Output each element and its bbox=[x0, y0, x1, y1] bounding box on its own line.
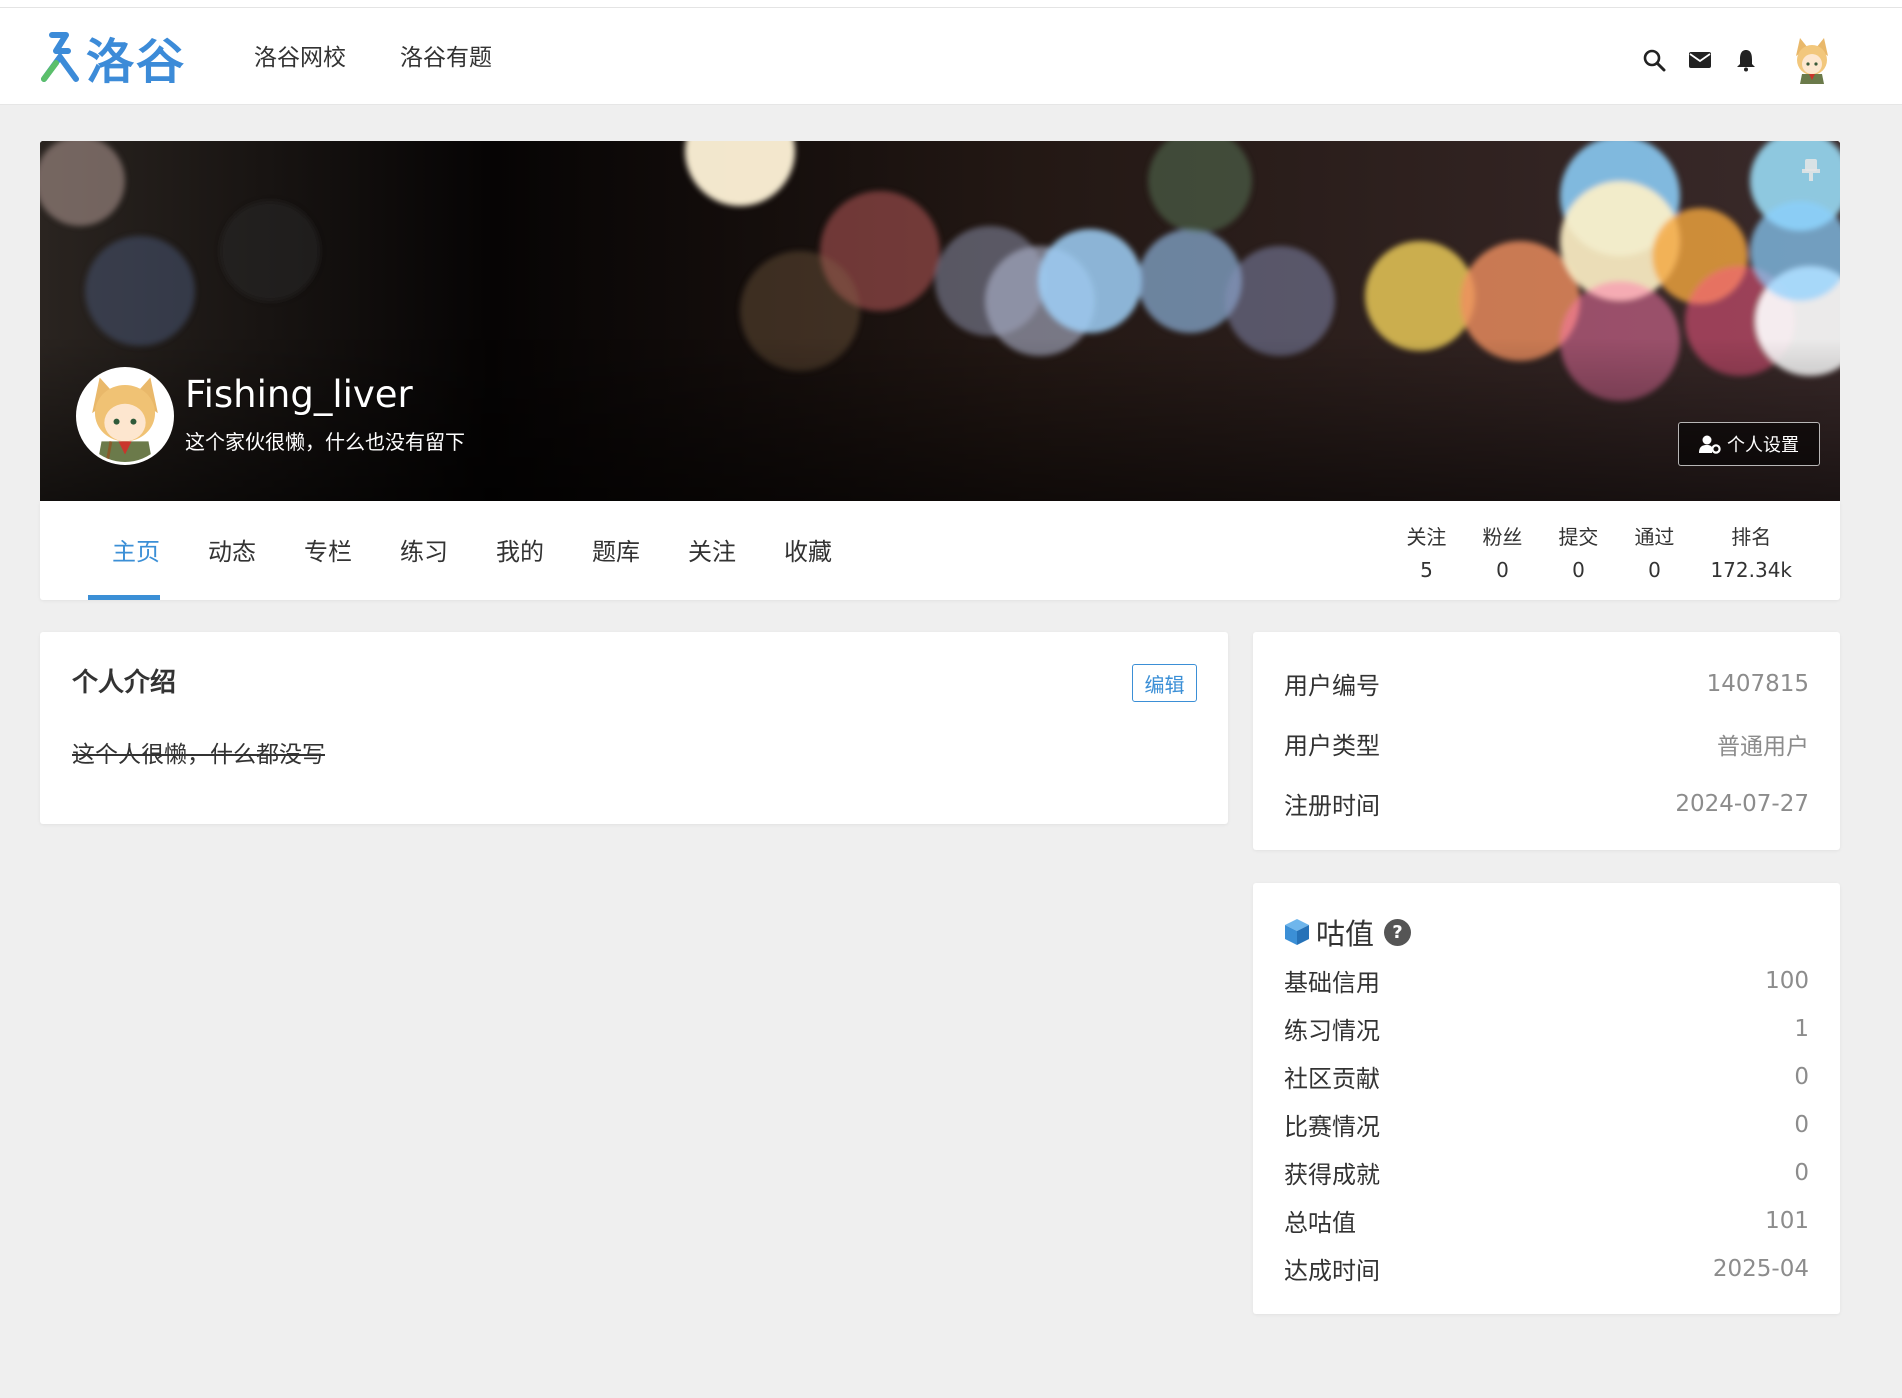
nav-links: 洛谷网校 洛谷有题 bbox=[254, 38, 492, 72]
stat-value: 0 bbox=[1648, 558, 1661, 582]
stat-followers[interactable]: 粉丝 0 bbox=[1482, 521, 1522, 582]
info-label: 用户类型 bbox=[1284, 732, 1380, 760]
score-row-achievement: 获得成就 0 bbox=[1284, 1155, 1809, 1190]
personal-settings-button[interactable]: 个人设置 bbox=[1678, 422, 1820, 466]
score-value: 2025-04 bbox=[1712, 1255, 1809, 1282]
score-label: 总咕值 bbox=[1284, 1209, 1356, 1237]
personal-settings-label: 个人设置 bbox=[1727, 435, 1799, 456]
stat-label: 粉丝 bbox=[1482, 525, 1523, 549]
stat-value: 5 bbox=[1420, 558, 1433, 582]
stat-accepted[interactable]: 通过 0 bbox=[1634, 521, 1674, 582]
logo-text: 洛谷 bbox=[86, 34, 187, 90]
nav-icons bbox=[1642, 36, 1832, 84]
stat-ranking: 排名 172.34k bbox=[1710, 521, 1792, 582]
tab-practice[interactable]: 练习 bbox=[376, 501, 472, 600]
tab-favorites[interactable]: 收藏 bbox=[760, 501, 856, 600]
profile-stats: 关注 5 粉丝 0 提交 0 通过 0 排名 172.34k bbox=[1370, 521, 1792, 582]
profile-bio: 这个家伙很懒，什么也没有留下 bbox=[185, 430, 465, 454]
profile-tabs: 主页 动态 专栏 练习 我的 题库 关注 收藏 bbox=[88, 501, 856, 600]
profile-username: Fishing_liver bbox=[185, 373, 413, 416]
score-value: 0 bbox=[1794, 1111, 1809, 1138]
intro-card: 个人介绍 编辑 这个人很懒，什么都没写 bbox=[40, 632, 1228, 824]
search-icon[interactable] bbox=[1642, 48, 1666, 72]
score-label: 达成时间 bbox=[1284, 1257, 1380, 1285]
score-row-achieved-date: 达成时间 2025-04 bbox=[1284, 1251, 1809, 1286]
top-navbar: 洛谷 洛谷网校 洛谷有题 bbox=[0, 8, 1902, 105]
luogu-logo[interactable]: 洛谷 bbox=[38, 28, 186, 90]
score-title-row: 咕值 ? bbox=[1284, 911, 1412, 953]
stat-label: 提交 bbox=[1558, 525, 1599, 549]
score-label: 获得成就 bbox=[1284, 1161, 1380, 1189]
stat-value: 0 bbox=[1572, 558, 1585, 582]
score-title: 咕值 bbox=[1316, 917, 1375, 951]
stat-submissions[interactable]: 提交 0 bbox=[1558, 521, 1598, 582]
stat-label: 排名 bbox=[1731, 525, 1772, 549]
tab-activity[interactable]: 动态 bbox=[184, 501, 280, 600]
info-row-register-date: 注册时间 2024-07-27 bbox=[1284, 786, 1809, 821]
score-label: 社区贡献 bbox=[1284, 1065, 1380, 1093]
info-value: 1407815 bbox=[1706, 670, 1809, 697]
stat-value: 172.34k bbox=[1710, 558, 1792, 582]
score-row-community: 社区贡献 0 bbox=[1284, 1059, 1809, 1094]
score-row-basic-credit: 基础信用 100 bbox=[1284, 963, 1809, 998]
score-row-practice: 练习情况 1 bbox=[1284, 1011, 1809, 1046]
info-value: 2024-07-27 bbox=[1675, 790, 1809, 817]
top-strip bbox=[0, 0, 1902, 8]
profile-banner: Fishing_liver 这个家伙很懒，什么也没有留下 个人设置 bbox=[40, 141, 1840, 501]
score-value: 0 bbox=[1794, 1063, 1809, 1090]
score-value: 101 bbox=[1765, 1207, 1809, 1234]
user-settings-icon bbox=[1699, 435, 1721, 454]
info-value: 普通用户 bbox=[1717, 733, 1809, 760]
score-row-contest: 比赛情况 0 bbox=[1284, 1107, 1809, 1142]
intro-text: 这个人很懒，什么都没写 bbox=[72, 742, 325, 768]
profile-avatar[interactable] bbox=[76, 367, 174, 465]
score-value: 1 bbox=[1794, 1015, 1809, 1042]
stat-value: 0 bbox=[1496, 558, 1509, 582]
score-label: 比赛情况 bbox=[1284, 1113, 1380, 1141]
stat-following[interactable]: 关注 5 bbox=[1406, 521, 1446, 582]
score-label: 练习情况 bbox=[1284, 1017, 1380, 1045]
cube-icon bbox=[1284, 918, 1310, 946]
help-icon[interactable]: ? bbox=[1384, 918, 1412, 946]
gu-score-card: 咕值 ? 基础信用 100 练习情况 1 社区贡献 0 比赛情况 0 获得成就 … bbox=[1253, 883, 1840, 1314]
score-value: 100 bbox=[1765, 967, 1809, 994]
info-row-user-type: 用户类型 普通用户 bbox=[1284, 726, 1809, 761]
stat-label: 关注 bbox=[1406, 525, 1447, 549]
stat-label: 通过 bbox=[1634, 525, 1675, 549]
tab-home[interactable]: 主页 bbox=[88, 501, 184, 600]
score-row-total: 总咕值 101 bbox=[1284, 1203, 1809, 1238]
tab-problemset[interactable]: 题库 bbox=[568, 501, 664, 600]
info-row-user-id: 用户编号 1407815 bbox=[1284, 666, 1809, 701]
score-label: 基础信用 bbox=[1284, 969, 1380, 997]
bell-icon[interactable] bbox=[1734, 48, 1758, 72]
nav-link-youti[interactable]: 洛谷有题 bbox=[400, 38, 492, 72]
info-label: 用户编号 bbox=[1284, 672, 1380, 700]
user-info-card: 用户编号 1407815 用户类型 普通用户 注册时间 2024-07-27 bbox=[1253, 632, 1840, 850]
logo-mark-icon bbox=[41, 32, 79, 82]
info-label: 注册时间 bbox=[1284, 792, 1380, 820]
tab-following[interactable]: 关注 bbox=[664, 501, 760, 600]
mail-icon[interactable] bbox=[1688, 48, 1712, 72]
tab-mine[interactable]: 我的 bbox=[472, 501, 568, 600]
pin-icon[interactable] bbox=[1800, 157, 1822, 183]
user-avatar[interactable] bbox=[1792, 36, 1832, 84]
intro-title: 个人介绍 bbox=[72, 668, 177, 698]
score-value: 0 bbox=[1794, 1159, 1809, 1186]
edit-intro-button[interactable]: 编辑 bbox=[1132, 664, 1197, 702]
tab-column[interactable]: 专栏 bbox=[280, 501, 376, 600]
profile-tabbar: 主页 动态 专栏 练习 我的 题库 关注 收藏 关注 5 粉丝 0 提交 0 通… bbox=[40, 501, 1840, 600]
nav-link-wangxiao[interactable]: 洛谷网校 bbox=[254, 38, 346, 72]
